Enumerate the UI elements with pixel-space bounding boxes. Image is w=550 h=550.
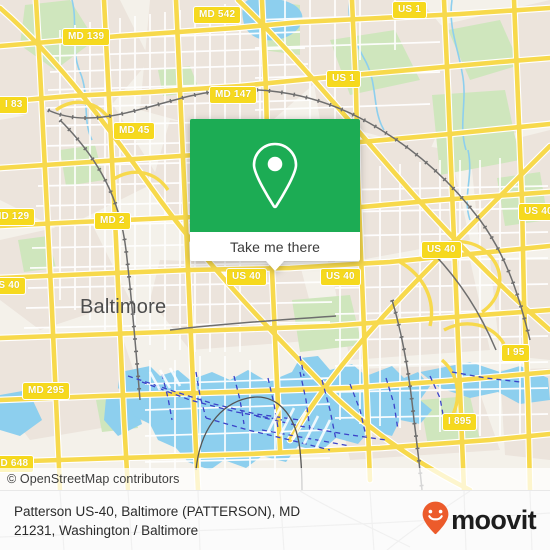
road-shield[interactable]: MD 2 xyxy=(94,212,131,230)
road-shield[interactable]: US 1 xyxy=(326,70,362,88)
road-shield[interactable]: MD 542 xyxy=(193,6,242,24)
poi-card-header xyxy=(190,119,360,232)
poi-card-pointer-tail xyxy=(266,261,284,271)
take-me-there-label: Take me there xyxy=(229,238,320,255)
city-label-baltimore: Baltimore xyxy=(80,296,167,318)
road-shield[interactable]: US 40 xyxy=(421,241,462,259)
attribution-text: © OpenStreetMap contributors xyxy=(7,472,180,486)
moovit-wordmark: moovit xyxy=(451,505,537,535)
road-shield[interactable]: US 40 xyxy=(320,268,361,286)
map-attribution: © OpenStreetMap contributors xyxy=(0,468,550,490)
moovit-smiley-pin-icon xyxy=(422,501,449,540)
place-name-line-2: 21231, Washington / Baltimore xyxy=(14,522,199,538)
place-name-line-1: Patterson US-40, Baltimore (PATTERSON), … xyxy=(14,503,301,519)
poi-popup-card[interactable]: Take me there xyxy=(190,119,360,271)
moovit-map-screenshot: Baltimore MD 542 US 1 MD 139 US 1 MD 147… xyxy=(0,0,550,550)
road-shield[interactable]: US 40 xyxy=(0,277,26,295)
road-shield[interactable]: MD 129 xyxy=(0,208,36,226)
road-shield[interactable]: MD 295 xyxy=(22,382,71,400)
poi-card-footer[interactable]: Take me there xyxy=(190,232,360,261)
map-canvas[interactable]: Baltimore MD 542 US 1 MD 139 US 1 MD 147… xyxy=(0,0,550,490)
place-info-bar: Patterson US-40, Baltimore (PATTERSON), … xyxy=(0,490,550,550)
road-shield[interactable]: I 95 xyxy=(501,344,531,362)
road-shield[interactable]: US 1 xyxy=(392,1,428,19)
map-pin-icon xyxy=(248,141,302,211)
road-shield[interactable]: US 40 xyxy=(518,203,550,221)
road-shield[interactable]: I 895 xyxy=(442,413,478,431)
place-name-text: Patterson US-40, Baltimore (PATTERSON), … xyxy=(14,502,300,540)
road-shield[interactable]: MD 147 xyxy=(209,86,258,104)
road-shield[interactable]: MD 45 xyxy=(113,122,156,140)
road-shield[interactable]: I 83 xyxy=(0,96,29,114)
moovit-logo[interactable]: moovit xyxy=(422,501,537,540)
road-shield[interactable]: US 40 xyxy=(226,268,267,286)
road-shield[interactable]: MD 139 xyxy=(62,28,111,46)
